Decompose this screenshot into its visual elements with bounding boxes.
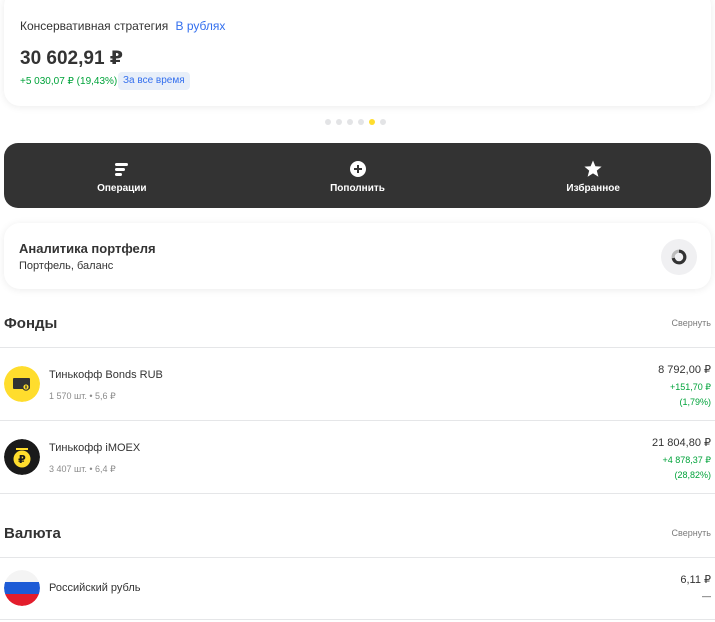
divider	[0, 493, 715, 494]
svg-text:₽: ₽	[18, 453, 26, 466]
operations-button[interactable]: Операции	[4, 143, 240, 208]
divider	[0, 619, 715, 620]
currency-collapse-link[interactable]: Свернуть	[672, 528, 711, 538]
bonds-fund-logo	[4, 366, 40, 402]
carousel-dot-active[interactable]	[369, 119, 375, 125]
currency-row-rub[interactable]: Российский рубль 6,11 ₽ —	[0, 558, 715, 620]
analytics-title: Аналитика портфеля	[19, 241, 156, 256]
star-icon	[584, 160, 602, 177]
carousel-dot[interactable]	[336, 119, 342, 125]
fund-gain-percent: (1,79%)	[679, 397, 711, 407]
period-badge[interactable]: За все время	[118, 72, 190, 90]
donut-chart-icon	[671, 249, 687, 265]
imoex-fund-logo: ₽	[4, 439, 40, 475]
portfolio-analytics-card[interactable]: Аналитика портфеля Портфель, баланс	[4, 223, 711, 289]
fund-value: 8 792,00 ₽	[658, 364, 711, 376]
analytics-subtitle: Портфель, баланс	[19, 260, 114, 272]
plus-circle-icon	[349, 161, 366, 177]
operations-label: Операции	[97, 183, 147, 194]
carousel-dot[interactable]	[380, 119, 386, 125]
portfolio-change: +5 030,07 ₽ (19,43%)	[20, 76, 118, 87]
carousel-dots	[325, 119, 386, 125]
fund-gain: +151,70 ₽	[669, 382, 711, 392]
fund-gain: +4 878,37 ₽	[662, 455, 711, 465]
portfolio-total-amount: 30 602,91 ₽	[20, 48, 124, 69]
fund-quantity-price: 1 570 шт. • 5,6 ₽	[49, 391, 116, 401]
strategy-label: Консервативная стратегия	[20, 19, 169, 33]
currency-toggle-link[interactable]: В рублях	[176, 19, 226, 33]
fund-name: Тинькофф iMOEX	[49, 442, 141, 454]
fund-row-bonds[interactable]: Тинькофф Bonds RUB 1 570 шт. • 5,6 ₽ 8 7…	[0, 348, 715, 420]
currency-value: 6,11 ₽	[680, 574, 711, 586]
carousel-dot[interactable]	[358, 119, 364, 125]
funds-section-title: Фонды	[4, 315, 58, 332]
currency-section-title: Валюта	[4, 525, 61, 542]
carousel-dot[interactable]	[347, 119, 353, 125]
fund-gain-percent: (28,82%)	[674, 470, 711, 480]
fund-quantity-price: 3 407 шт. • 6,4 ₽	[49, 464, 116, 474]
fund-value: 21 804,80 ₽	[652, 437, 711, 449]
russia-flag-icon	[4, 570, 40, 606]
fund-name: Тинькофф Bonds RUB	[49, 369, 163, 381]
top-up-label: Пополнить	[330, 183, 385, 194]
carousel-dot[interactable]	[325, 119, 331, 125]
portfolio-summary-card[interactable]: Консервативная стратегия В рублях 30 602…	[4, 0, 711, 106]
strategy-header: Консервативная стратегия В рублях	[20, 19, 225, 33]
operations-icon	[114, 163, 128, 176]
currency-name: Российский рубль	[49, 582, 141, 594]
favorites-label: Избранное	[566, 183, 620, 194]
favorites-button[interactable]: Избранное	[475, 143, 711, 208]
fund-row-imoex[interactable]: ₽ Тинькофф iMOEX 3 407 шт. • 6,4 ₽ 21 80…	[0, 421, 715, 493]
top-up-button[interactable]: Пополнить	[240, 143, 476, 208]
funds-collapse-link[interactable]: Свернуть	[672, 318, 711, 328]
currency-change: —	[702, 591, 711, 601]
quick-actions-bar: Операции Пополнить Избранное	[4, 143, 711, 208]
analytics-button[interactable]	[661, 239, 697, 275]
